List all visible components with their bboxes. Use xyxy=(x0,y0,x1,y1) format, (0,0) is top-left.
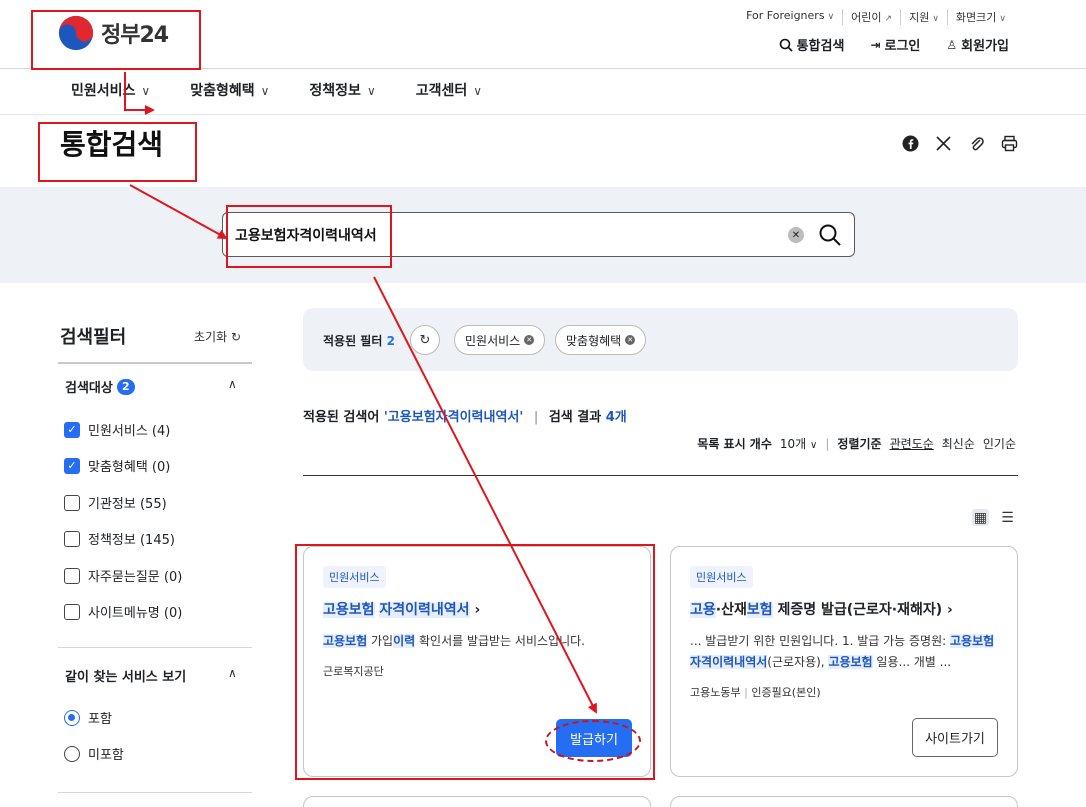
annotation-arrow xyxy=(124,72,155,115)
annotation-arrow xyxy=(373,276,597,714)
annotation-arrow xyxy=(129,184,228,239)
annotation-arrows xyxy=(124,72,597,714)
